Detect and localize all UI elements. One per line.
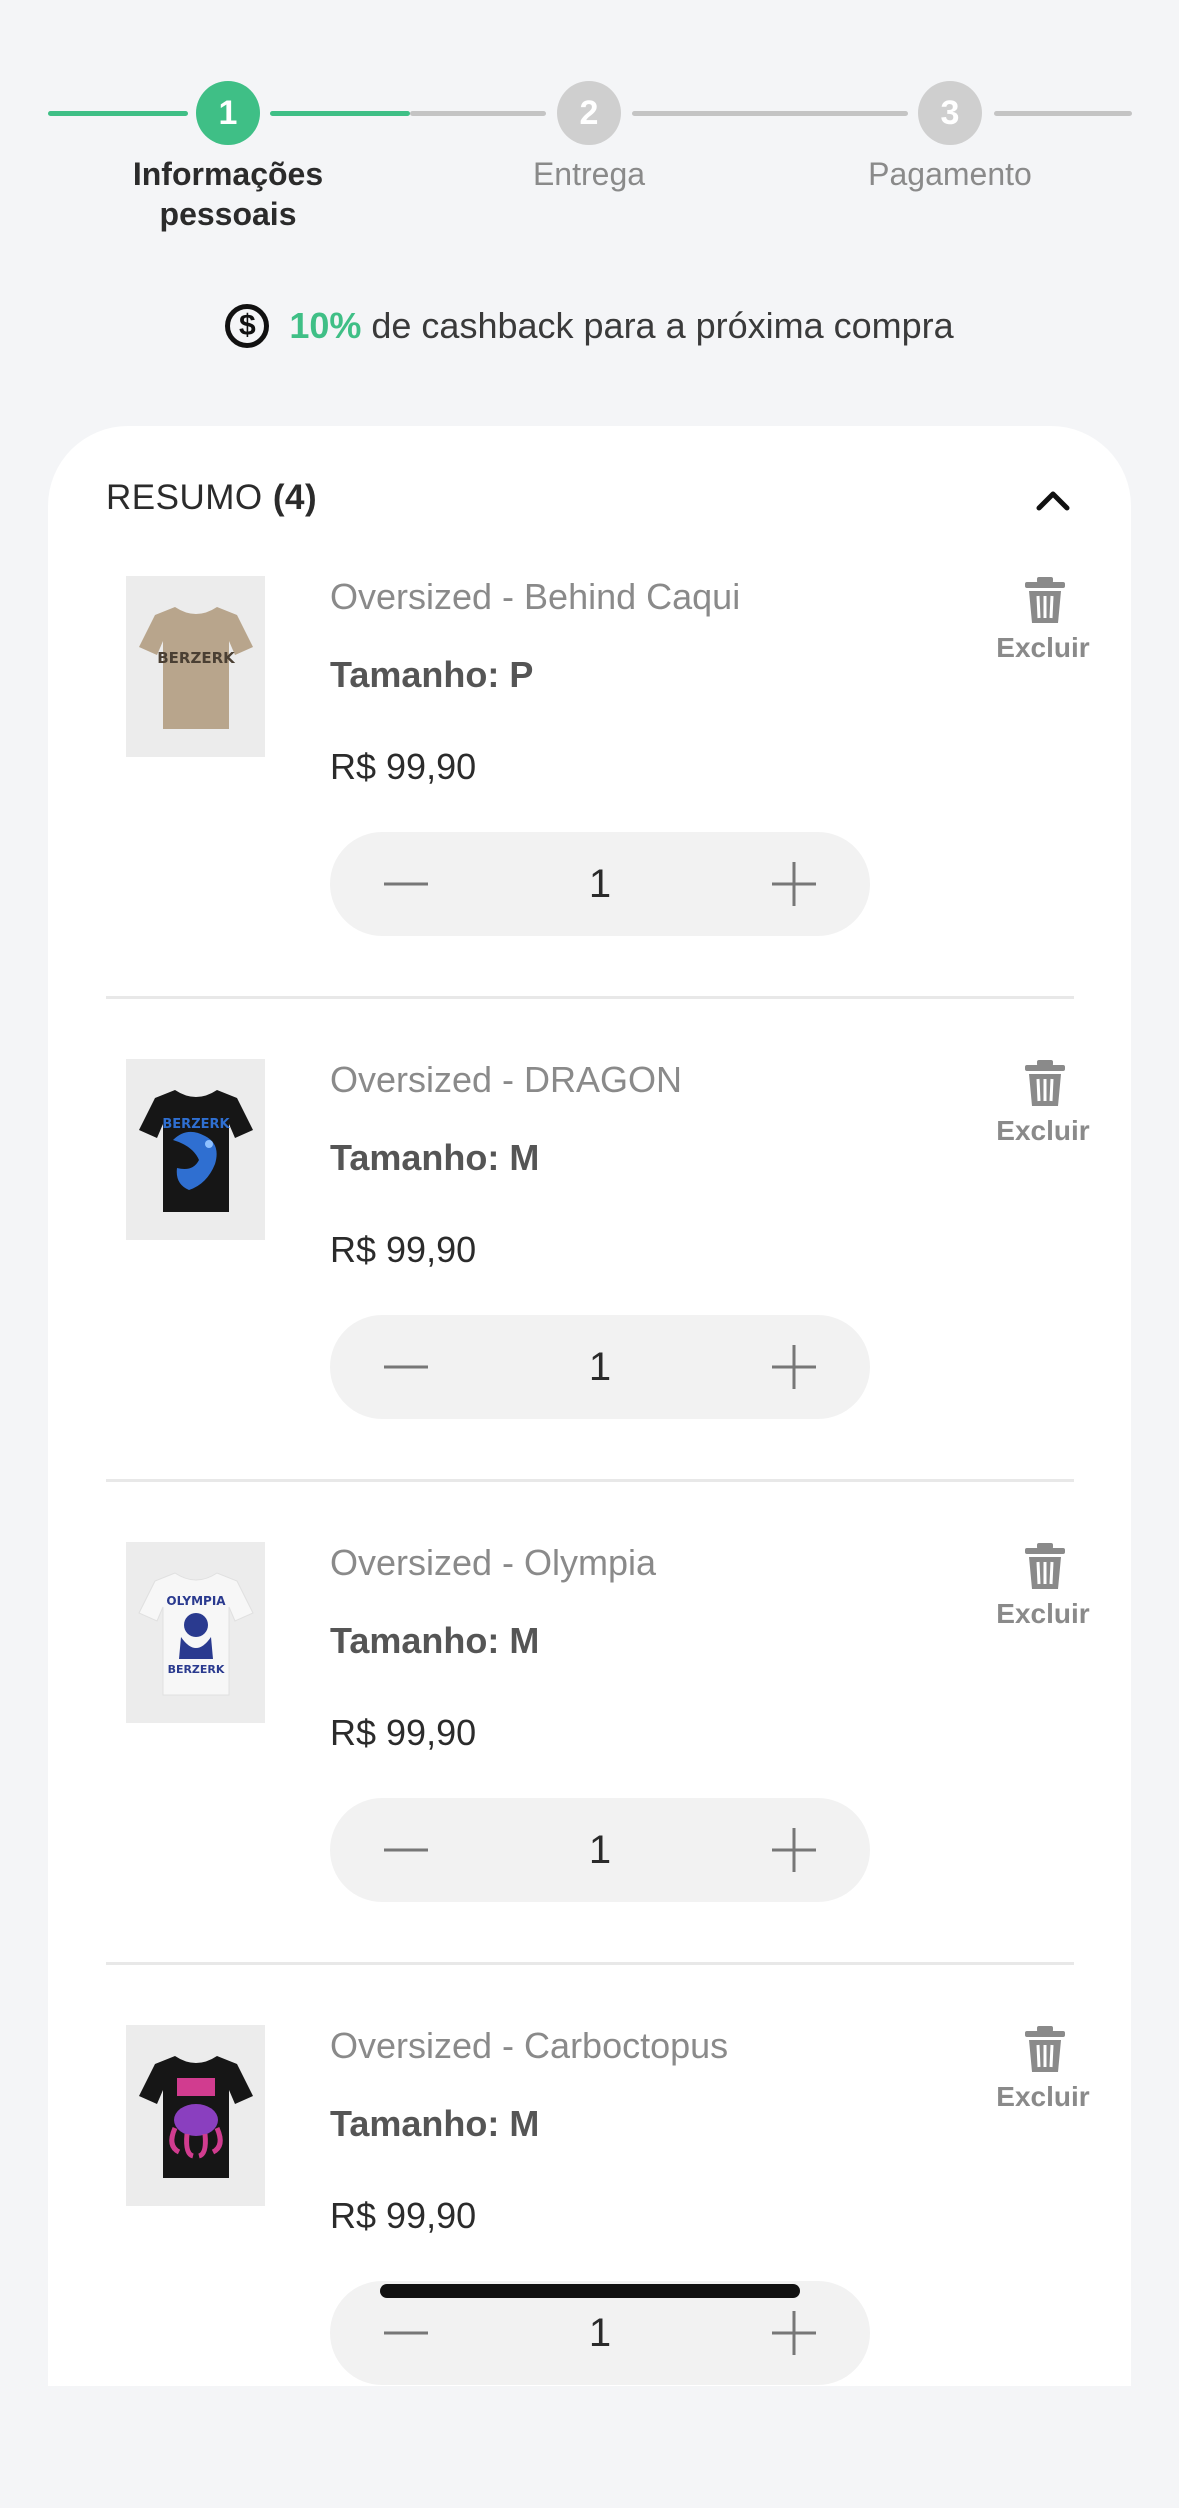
quantity-stepper: 1 [330,1798,870,1902]
step-1-label-line2: pessoais [159,196,297,232]
delete-button[interactable]: Excluir [968,1598,1118,1630]
delete-button[interactable]: Excluir [968,1115,1118,1147]
quantity-stepper: 1 [330,832,870,936]
product-price: R$ 99,90 [330,1229,477,1270]
svg-text:BERZERK: BERZERK [162,1117,230,1132]
trash-icon[interactable] [1023,1059,1067,1107]
product-size: Tamanho: P [330,654,534,695]
svg-text:OLYMPIA: OLYMPIA [166,1594,226,1608]
cashback-text: de cashback para a próxima compra [371,305,954,346]
home-indicator[interactable] [380,2284,800,2298]
step-2-label: Entrega [532,156,646,192]
product-price: R$ 99,90 [330,746,477,787]
product-thumbnail[interactable] [126,2025,265,2206]
trash-icon[interactable] [1023,2025,1067,2073]
product-size: Tamanho: M [330,2103,540,2144]
item-divider [106,1479,1074,1482]
cashback-percent: 10% [289,305,362,346]
cashback-banner: $ 10% de cashback para a próxima compra [0,302,1179,348]
step-3-label: Pagamento [868,156,1032,192]
step-1-label-line1: Informações [132,156,324,192]
cart-item: Oversized - Carboctopus Tamanho: M R$ 99… [48,2025,1131,2508]
dollar-circle-icon: $ [225,304,270,348]
progress-line-pending [994,111,1132,116]
tshirt-icon: OLYMPIA BERZERK [137,1571,254,1695]
step-3-circle[interactable]: 3 [918,81,982,145]
trash-icon[interactable] [1023,1542,1067,1590]
plus-icon [772,2311,816,2355]
cart-item: OLYMPIA BERZERK Oversized - Olympia Tama… [48,1542,1131,2025]
svg-text:BERZERK: BERZERK [167,1663,224,1676]
product-size: Tamanho: M [330,1137,540,1178]
trash-icon[interactable] [1023,576,1067,624]
product-name[interactable]: Oversized - DRAGON [330,1059,682,1101]
plus-icon [772,1828,816,1872]
progress-line-pending [632,111,908,116]
step-1-label: Informações pessoais [78,154,378,234]
quantity-stepper: 1 [330,1315,870,1419]
product-name[interactable]: Oversized - Olympia [330,1542,656,1584]
checkout-stepper: 1 2 3 Informações pessoais Entrega Pagam… [0,0,1179,260]
item-divider [106,996,1074,999]
progress-line-complete [270,111,410,116]
plus-icon [772,1345,816,1389]
product-thumbnail[interactable]: BERZERK [126,1059,265,1240]
cart-item: BERZERK Oversized - Behind Caqui Tamanho… [48,576,1131,1059]
progress-line-complete [48,111,188,116]
order-summary-card: RESUMO (4) BERZERK Oversized - Behind Ca… [48,426,1131,2386]
delete-button[interactable]: Excluir [968,632,1118,664]
increase-quantity-button[interactable] [742,1798,846,1902]
product-thumbnail[interactable]: BERZERK [126,576,265,757]
plus-icon [772,862,816,906]
step-1-circle[interactable]: 1 [196,81,260,145]
product-price: R$ 99,90 [330,1712,477,1753]
product-size: Tamanho: M [330,1620,540,1661]
product-thumbnail[interactable]: OLYMPIA BERZERK [126,1542,265,1723]
step-2-circle[interactable]: 2 [557,81,621,145]
delete-button[interactable]: Excluir [968,2081,1118,2113]
summary-header[interactable]: RESUMO (4) [106,478,317,518]
tshirt-icon [138,2055,253,2178]
progress-line-pending [410,111,546,116]
summary-count: (4) [272,478,318,517]
summary-label: RESUMO [106,478,263,517]
tshirt-icon: BERZERK [138,1089,253,1212]
increase-quantity-button[interactable] [742,832,846,936]
product-name[interactable]: Oversized - Behind Caqui [330,576,740,618]
product-price: R$ 99,90 [330,2195,477,2236]
product-name[interactable]: Oversized - Carboctopus [330,2025,728,2067]
tshirt-icon: BERZERK [138,606,253,729]
increase-quantity-button[interactable] [742,1315,846,1419]
cart-item: BERZERK Oversized - DRAGON Tamanho: M R$… [48,1059,1131,1542]
chevron-up-icon[interactable] [1035,482,1071,518]
svg-text:BERZERK: BERZERK [157,649,236,667]
item-divider [106,1962,1074,1965]
